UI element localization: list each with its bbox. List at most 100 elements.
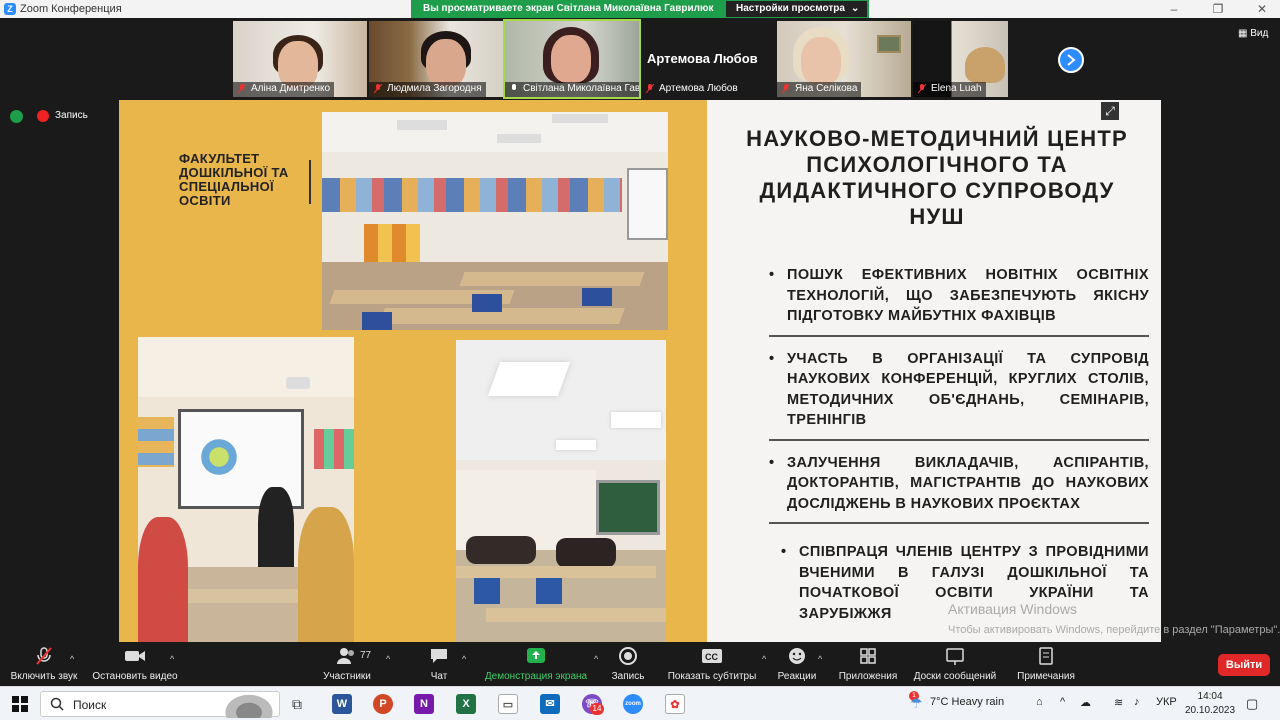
clock-date: 20.10.2023 xyxy=(1185,705,1236,716)
participant-name-tag: Артемова Любов xyxy=(641,82,742,97)
participant-hair xyxy=(965,47,1005,83)
participant-tile[interactable]: Elena Luah xyxy=(913,21,1008,97)
maximize-icon[interactable]: ❐ xyxy=(1203,2,1233,16)
apps-icon xyxy=(860,648,876,664)
participant-face xyxy=(551,35,591,83)
view-options-dropdown[interactable]: Настройки просмотра ⌄ xyxy=(726,1,867,17)
cloud-icon[interactable]: ☁ xyxy=(1080,696,1091,709)
notes-label: Примечания xyxy=(1017,671,1075,682)
ceiling-light xyxy=(497,134,541,143)
wall-posters xyxy=(314,429,354,469)
notes-button[interactable]: Примечания xyxy=(1014,646,1078,682)
board-content xyxy=(194,437,244,477)
powerpoint-icon[interactable]: P xyxy=(373,694,393,714)
view-button-label: Вид xyxy=(1250,28,1269,39)
unmute-button[interactable]: Включить звук xyxy=(8,646,80,682)
ceiling-light xyxy=(397,120,447,130)
minimize-icon[interactable]: – xyxy=(1159,2,1189,16)
participant-tile-active-speaker[interactable]: Світлана Миколаївна Гав... xyxy=(503,19,641,99)
participant-name: Elena Luah xyxy=(931,83,982,94)
weather-text[interactable]: 7°C Heavy rain xyxy=(930,696,1004,708)
students-group xyxy=(556,538,616,568)
heading-line: НУШ xyxy=(909,204,965,229)
share-screen-icon xyxy=(527,648,545,663)
expand-icon[interactable]: ⤢ xyxy=(1101,102,1119,120)
chat-button[interactable]: Чат xyxy=(425,646,453,682)
mail-icon[interactable]: ✉ xyxy=(540,694,560,714)
word-icon[interactable]: W xyxy=(332,694,352,714)
apps-label: Приложения xyxy=(838,671,898,682)
next-page-button[interactable] xyxy=(1058,47,1084,73)
chevron-up-icon[interactable]: ^ xyxy=(462,654,466,664)
file-explorer-icon[interactable]: ▭ xyxy=(498,694,518,714)
zoom-icon[interactable]: zoom xyxy=(623,694,643,714)
share-screen-button[interactable]: Демонстрация экрана xyxy=(483,646,589,682)
task-view-icon[interactable]: ⧉ xyxy=(292,696,302,713)
view-options-label: Настройки просмотра xyxy=(736,3,845,14)
language-indicator[interactable]: УКР xyxy=(1156,696,1177,708)
record-button[interactable]: Запись xyxy=(608,646,648,682)
volume-icon[interactable]: ♪ xyxy=(1134,696,1140,708)
student xyxy=(138,517,188,642)
system-clock[interactable]: 14:04 20.10.2023 xyxy=(1185,690,1235,718)
chevron-right-icon xyxy=(1067,54,1076,66)
whiteboard-icon xyxy=(946,648,964,665)
stop-video-button[interactable]: Остановить видео xyxy=(92,646,178,682)
share-screen-label: Демонстрация экрана xyxy=(484,671,588,682)
recording-label: Запись xyxy=(55,110,88,121)
rain-cloud-icon[interactable]: ☂ xyxy=(910,695,923,712)
excel-icon[interactable]: X xyxy=(456,694,476,714)
leave-button[interactable]: Выйти xyxy=(1218,654,1270,676)
search-highlight-image xyxy=(219,690,279,718)
view-button[interactable]: ▦ Вид xyxy=(1238,28,1268,39)
onenote-icon[interactable]: N xyxy=(414,694,434,714)
heading-line: ДИДАКТИЧНОГО СУПРОВОДУ xyxy=(759,178,1115,203)
participant-tile[interactable]: Яна Селікова xyxy=(777,21,911,97)
whiteboards-button[interactable]: Доски сообщений xyxy=(910,646,1000,682)
mic-muted-icon xyxy=(374,84,382,94)
network-icon[interactable]: ⌂ xyxy=(1036,696,1043,708)
mic-muted-icon xyxy=(918,84,926,94)
faculty-line: ФАКУЛЬТЕТ xyxy=(179,151,260,166)
wifi-icon[interactable]: ≋ xyxy=(1114,696,1123,709)
participant-tile[interactable]: Аліна Дмитренко xyxy=(233,21,367,97)
chevron-up-icon[interactable]: ^ xyxy=(762,654,766,664)
paint-app-icon[interactable]: ✿ xyxy=(665,694,685,714)
mic-icon xyxy=(512,84,516,90)
captions-icon: CC xyxy=(702,649,722,663)
chevron-up-icon[interactable]: ^ xyxy=(70,654,74,664)
captions-button[interactable]: CC Показать субтитры xyxy=(664,646,760,682)
close-icon[interactable]: ✕ xyxy=(1247,2,1277,16)
classroom-photo xyxy=(322,112,668,330)
participant-tile[interactable]: Людмила Загородня xyxy=(369,21,503,97)
captions-label: Показать субтитры xyxy=(667,671,757,682)
chevron-up-icon[interactable]: ^ xyxy=(170,654,174,664)
chevron-up-icon[interactable]: ^ xyxy=(386,654,390,664)
zoom-logo-icon: Z xyxy=(4,3,16,15)
shield-icon[interactable] xyxy=(10,110,23,123)
notification-icon[interactable]: ▢ xyxy=(1246,696,1258,712)
participant-name: Людмила Загородня xyxy=(387,83,482,94)
participant-tile[interactable]: Артемова Любов Артемова Любов xyxy=(641,21,775,97)
activation-watermark-title: Активация Windows xyxy=(948,601,1078,617)
record-icon[interactable] xyxy=(37,110,49,122)
desk xyxy=(188,589,298,603)
desk xyxy=(486,608,666,622)
desk xyxy=(379,308,625,324)
participant-name: Артемова Любов xyxy=(659,83,738,94)
slide-heading: НАУКОВО-МЕТОДИЧНИЙ ЦЕНТР ПСИХОЛОГІЧНОГО … xyxy=(717,126,1157,230)
students-group xyxy=(466,536,536,564)
desk xyxy=(459,272,645,286)
apps-button[interactable]: Приложения xyxy=(836,646,900,682)
stop-video-label: Остановить видео xyxy=(92,671,178,682)
chevron-up-icon[interactable]: ^ xyxy=(818,654,822,664)
reactions-button[interactable]: Реакции xyxy=(776,646,818,682)
participants-label: Участники xyxy=(323,671,371,682)
desk xyxy=(456,566,656,578)
taskbar-search[interactable]: Поиск xyxy=(40,690,280,718)
chevron-up-icon[interactable]: ^ xyxy=(594,654,598,664)
chevron-up-icon[interactable]: ^ xyxy=(1060,696,1065,708)
search-placeholder: Поиск xyxy=(73,698,107,712)
participant-name-tag: Світлана Миколаївна Гав... xyxy=(505,82,639,97)
unmute-label: Включить звук xyxy=(10,671,78,682)
